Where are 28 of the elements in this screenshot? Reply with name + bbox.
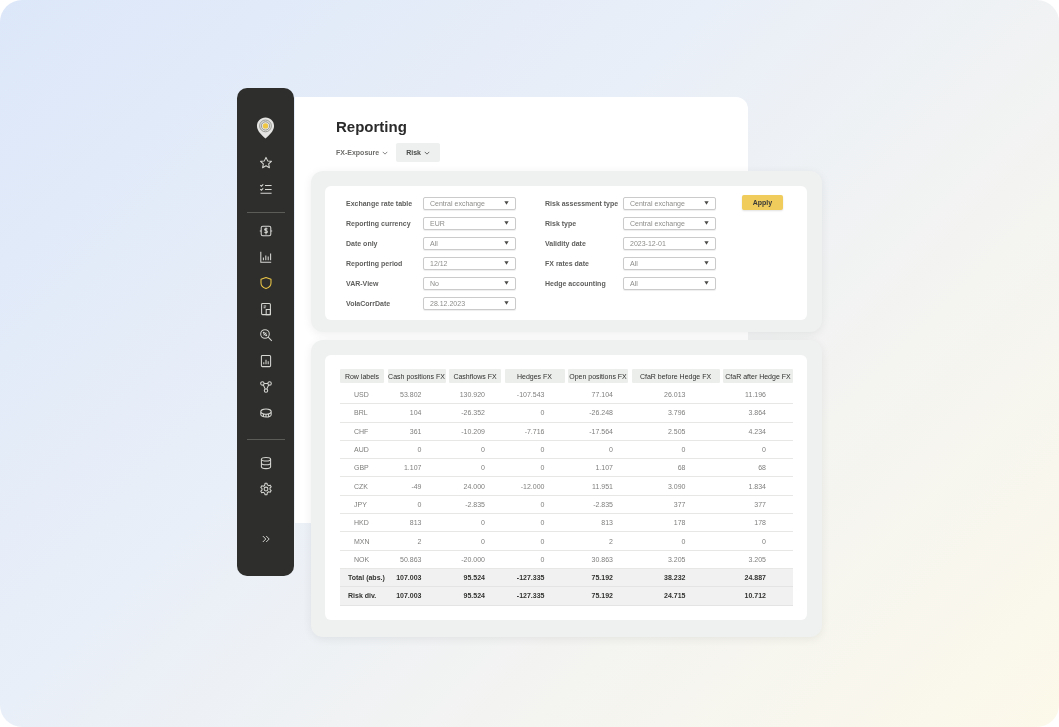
double-chevron-icon[interactable]: [261, 535, 270, 543]
report-icon[interactable]: [258, 354, 273, 368]
settings-icon[interactable]: [258, 482, 273, 496]
caret-icon: [504, 221, 509, 225]
caret-icon: [504, 261, 509, 265]
caret-icon: [704, 281, 709, 285]
caret-icon: [704, 241, 709, 245]
document-icon[interactable]: [258, 302, 273, 316]
chevron-down-icon: [382, 150, 389, 155]
caret-icon: [704, 261, 709, 265]
network-icon[interactable]: [258, 380, 273, 394]
database-icon[interactable]: [258, 456, 273, 470]
dollar-box-icon[interactable]: [258, 224, 273, 238]
cylinder-icon[interactable]: [258, 406, 273, 420]
caret-icon: [704, 221, 709, 225]
pin-logo-icon: [256, 117, 275, 139]
magnifier-icon[interactable]: [258, 328, 273, 342]
page-title: Reporting: [336, 118, 407, 136]
caret-icon: [504, 301, 509, 305]
star-icon[interactable]: [258, 156, 273, 170]
chevron-down-icon: [424, 150, 430, 155]
checklist-icon[interactable]: [258, 182, 273, 196]
caret-icon: [704, 201, 709, 205]
shield-icon[interactable]: [258, 276, 273, 290]
caret-icon: [504, 201, 509, 205]
caret-icon: [504, 281, 509, 285]
bar-chart-icon[interactable]: [258, 250, 273, 264]
caret-icon: [504, 241, 509, 245]
